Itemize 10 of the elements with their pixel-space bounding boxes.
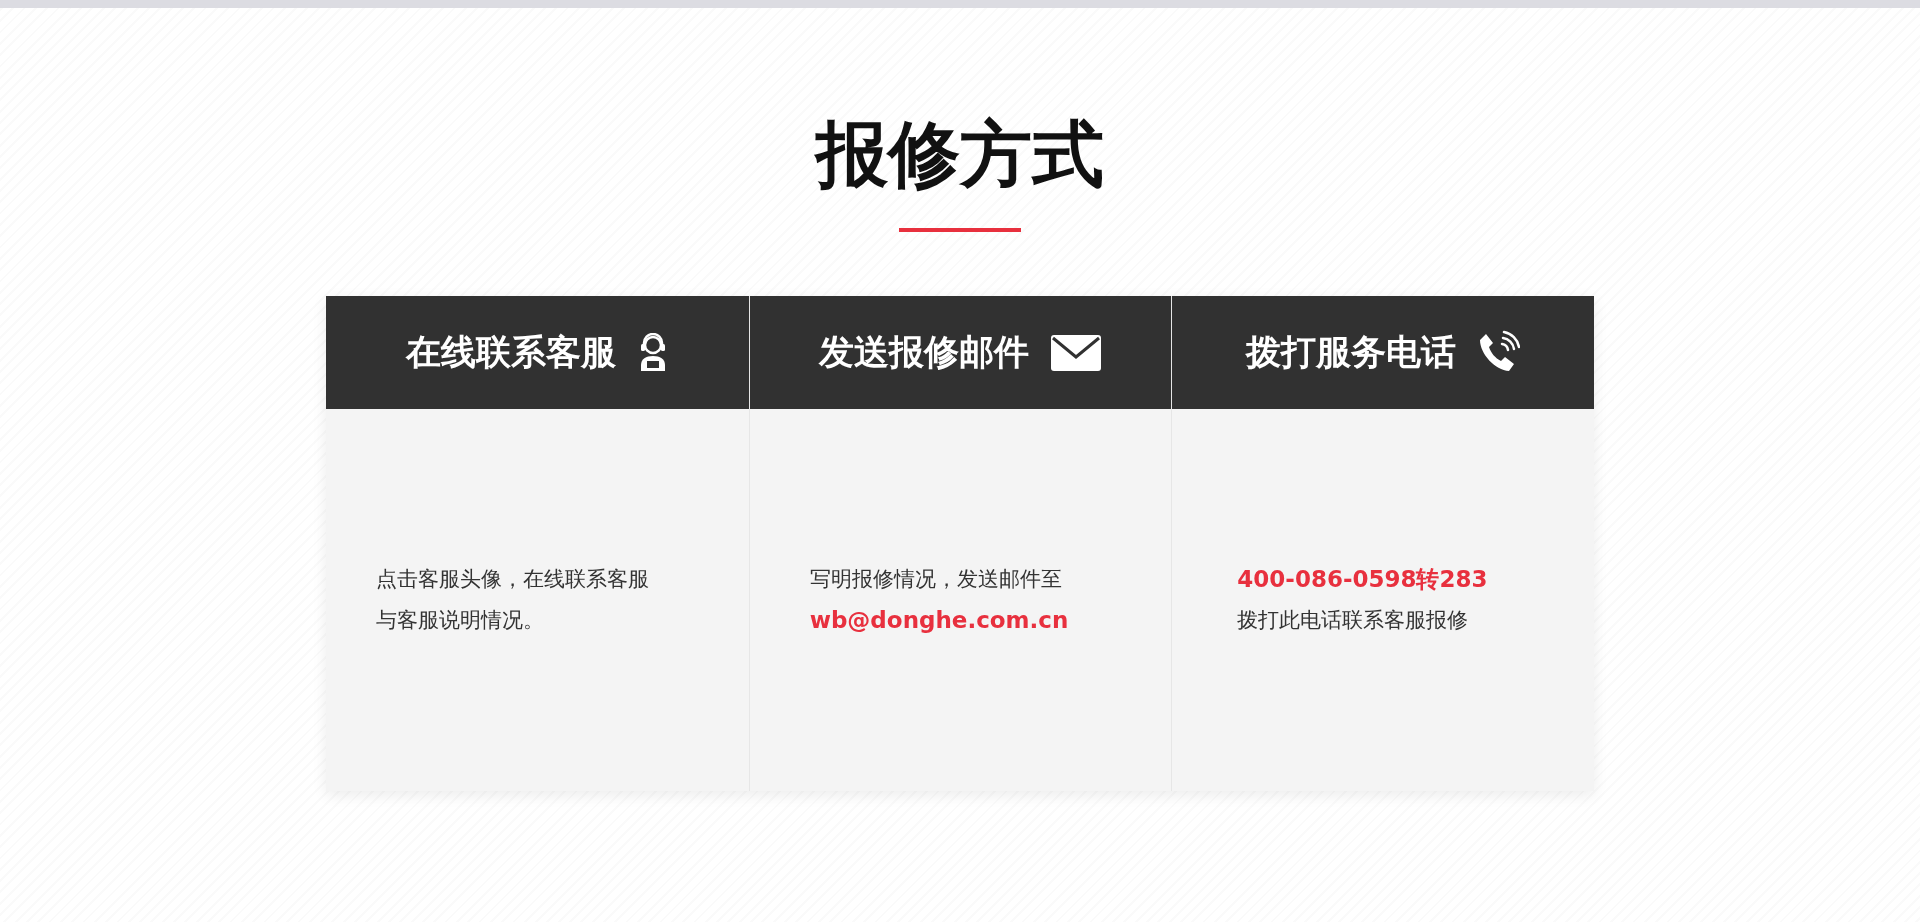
description-text: 拨打此电话联系客服报修 <box>1237 607 1470 634</box>
description-text: 写明报修情况，发送邮件至 <box>809 566 1063 593</box>
card-title: 拨打服务电话 <box>1246 331 1457 374</box>
card-title: 在线联系客服 <box>406 331 617 374</box>
envelope-icon <box>1051 334 1102 371</box>
contact-detail: wb@donghe.com.cn <box>809 606 1070 635</box>
section-title: 报修方式 <box>813 118 1105 190</box>
card-title: 发送报修邮件 <box>819 331 1030 374</box>
contact-detail: 400-086-0598转283 <box>1237 565 1489 594</box>
description-text: 点击客服头像，在线联系客服与客服说明情况。 <box>376 566 650 634</box>
